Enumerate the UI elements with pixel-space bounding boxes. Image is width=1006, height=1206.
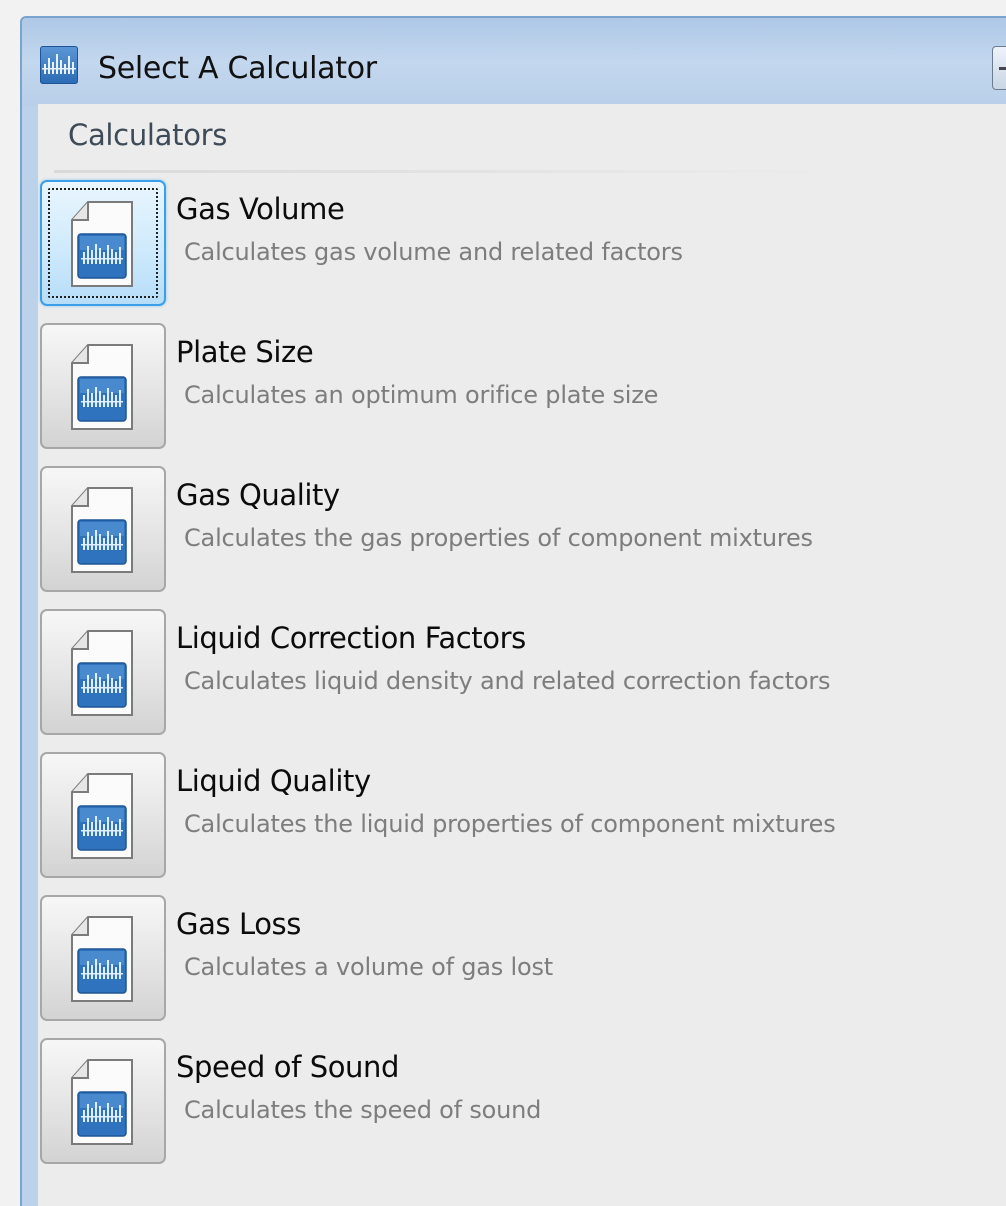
calculator-description: Calculates the gas properties of compone…: [184, 524, 813, 552]
calculator-item-plate-size[interactable]: Plate Size Calculates an optimum orifice…: [38, 323, 998, 453]
calculator-item-liquid-quality[interactable]: Liquid Quality Calculates the liquid pro…: [38, 752, 998, 882]
calculator-document-icon: [71, 1059, 133, 1145]
title-bar[interactable]: Select A Calculator: [22, 18, 1006, 106]
calculator-button[interactable]: [40, 895, 166, 1021]
calculator-document-icon: [71, 773, 133, 859]
calculator-description: Calculates the liquid properties of comp…: [184, 810, 836, 838]
calculator-document-icon: [71, 487, 133, 573]
calculator-button[interactable]: [40, 466, 166, 592]
calculator-item-gas-loss[interactable]: Gas Loss Calculates a volume of gas lost: [38, 895, 998, 1025]
calculator-document-icon: [71, 916, 133, 1002]
calculator-button[interactable]: [40, 323, 166, 449]
calculator-document-icon: [71, 201, 133, 287]
calculator-description: Calculates an optimum orifice plate size: [184, 381, 659, 409]
calculator-app-icon: [40, 46, 78, 84]
calculator-description: Calculates the speed of sound: [184, 1096, 542, 1124]
calculator-item-gas-quality[interactable]: Gas Quality Calculates the gas propertie…: [38, 466, 998, 596]
calculator-description: Calculates a volume of gas lost: [184, 953, 553, 981]
calculator-title: Speed of Sound: [176, 1050, 400, 1084]
calculator-title: Gas Quality: [176, 478, 340, 512]
section-divider: [54, 170, 834, 173]
select-calculator-dialog: Select A Calculator Calculators Gas Volu…: [20, 16, 1006, 1206]
calculator-item-liquid-correction-factors[interactable]: Liquid Correction Factors Calculates liq…: [38, 609, 998, 739]
calculator-document-icon: [71, 344, 133, 430]
minimize-button[interactable]: [992, 46, 1006, 90]
calculator-button[interactable]: [40, 1038, 166, 1164]
calculator-description: Calculates liquid density and related co…: [184, 667, 831, 695]
calculator-title: Liquid Correction Factors: [176, 621, 526, 655]
calculator-item-speed-of-sound[interactable]: Speed of Sound Calculates the speed of s…: [38, 1038, 998, 1168]
calculator-button[interactable]: [40, 752, 166, 878]
calculator-title: Gas Loss: [176, 907, 301, 941]
calculator-button[interactable]: [40, 609, 166, 735]
dialog-content: Calculators Gas Volume Calculates gas vo…: [38, 104, 1006, 1206]
calculator-button[interactable]: [40, 180, 166, 306]
calculator-document-icon: [71, 630, 133, 716]
calculator-item-gas-volume[interactable]: Gas Volume Calculates gas volume and rel…: [38, 180, 998, 310]
calculator-description: Calculates gas volume and related factor…: [184, 238, 683, 266]
window-title: Select A Calculator: [98, 51, 377, 86]
calculator-title: Plate Size: [176, 335, 314, 369]
section-header: Calculators: [68, 118, 228, 152]
calculator-title: Liquid Quality: [176, 764, 371, 798]
calculator-title: Gas Volume: [176, 192, 345, 226]
